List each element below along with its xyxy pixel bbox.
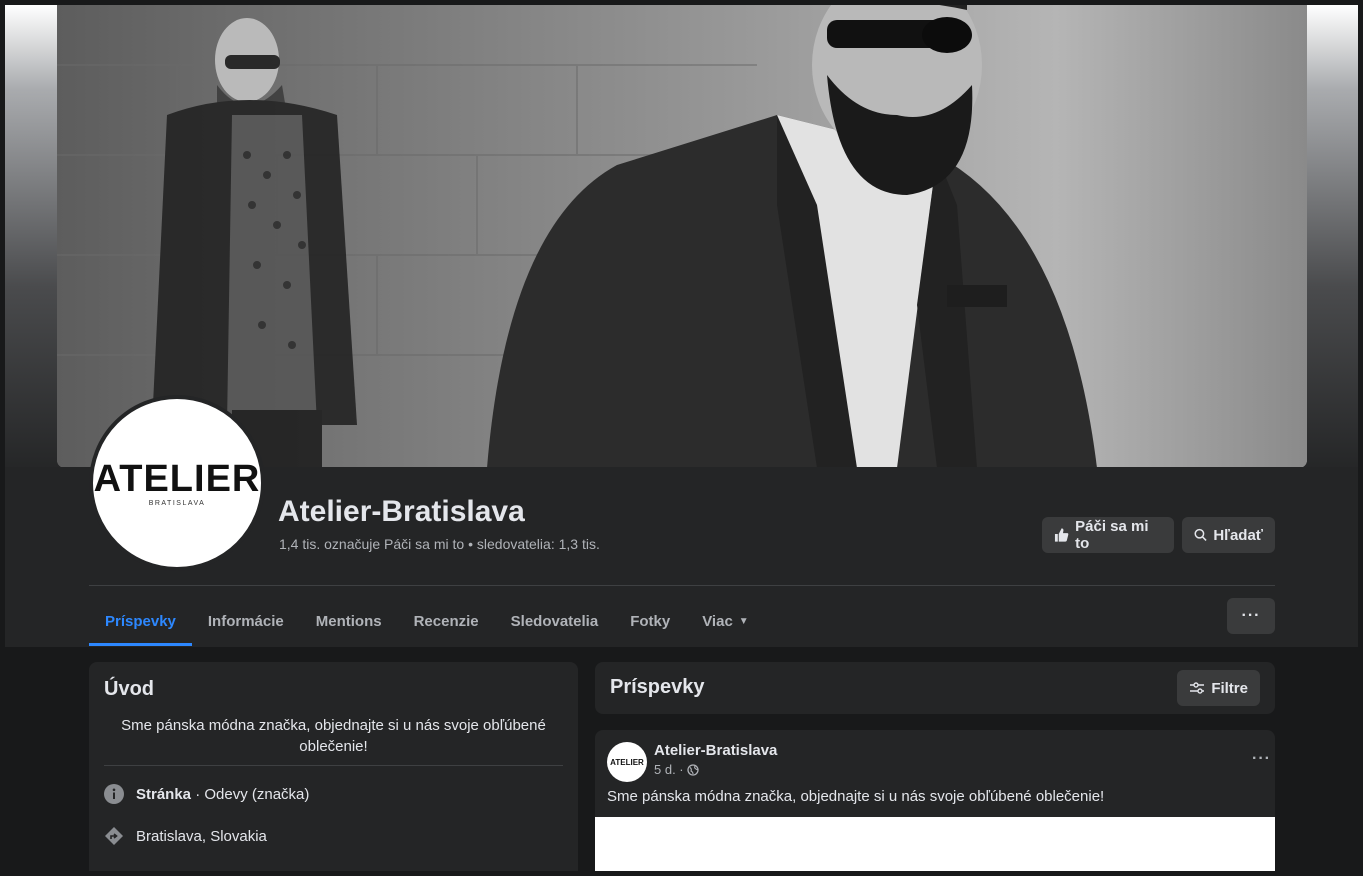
post-avatar[interactable]: ATELIER — [607, 742, 647, 782]
post-time[interactable]: 5 d. · — [654, 762, 684, 777]
cover-photo[interactable] — [57, 5, 1307, 468]
post-image[interactable] — [595, 817, 1275, 871]
tab-reviews[interactable]: Recenzie — [398, 597, 495, 646]
filters-label: Filtre — [1211, 679, 1248, 697]
posts-header-card: Príspevky Filtre — [595, 662, 1275, 714]
post-text: Sme pánska módna značka, objednajte si u… — [607, 788, 1105, 805]
tab-label: Informácie — [207, 613, 284, 630]
post-options-button[interactable]: ··· — [1252, 750, 1271, 768]
intro-location-row: Bratislava, Slovakia — [104, 826, 267, 846]
page-stats[interactable]: 1,4 tis. označuje Páči sa mi to • sledov… — [279, 536, 600, 552]
logo-wordmark: ATELIER — [93, 457, 261, 500]
intro-location[interactable]: Bratislava, Slovakia — [136, 828, 267, 845]
profile-picture[interactable]: ATELIER BRATISLAVA — [89, 395, 265, 571]
tab-label: Recenzie — [413, 613, 479, 630]
info-icon — [104, 784, 124, 804]
search-label: Hľadať — [1213, 526, 1263, 544]
tab-label: Príspevky — [105, 613, 176, 630]
thumbs-up-icon — [1054, 528, 1069, 542]
post-card: ATELIER Atelier-Bratislava 5 d. · ··· Sm… — [595, 730, 1275, 871]
search-page-button[interactable]: Hľadať — [1182, 517, 1275, 553]
tab-label: Fotky — [630, 613, 671, 630]
tab-label: Sledovatelia — [510, 613, 599, 630]
intro-category: Stránka · Odevy (značka) — [136, 786, 309, 803]
tab-followers[interactable]: Sledovatelia — [495, 597, 615, 646]
filters-button[interactable]: Filtre — [1177, 670, 1260, 706]
like-page-button[interactable]: Páči sa mi to — [1042, 517, 1174, 553]
category-label: Stránka — [136, 785, 192, 803]
intro-title: Úvod — [104, 678, 154, 700]
tab-label: Viac — [702, 613, 733, 630]
header-divider — [89, 585, 1275, 586]
tab-label: Mentions — [315, 613, 382, 630]
posts-title: Príspevky — [610, 676, 705, 698]
tab-posts[interactable]: Príspevky — [89, 597, 192, 646]
intro-bio: Sme pánska módna značka, objednajte si u… — [121, 717, 546, 755]
directions-icon — [104, 826, 124, 846]
post-meta: 5 d. · — [654, 762, 699, 777]
globe-icon — [686, 763, 699, 776]
caret-down-icon: ▼ — [738, 616, 749, 627]
tab-more[interactable]: Viac ▼ — [686, 597, 765, 646]
intro-category-row: Stránka · Odevy (značka) — [104, 784, 309, 804]
page-tabs: Príspevky Informácie Mentions Recenzie S… — [89, 597, 765, 646]
more-options-button[interactable]: ··· — [1227, 598, 1275, 634]
post-author[interactable]: Atelier-Bratislava — [654, 742, 777, 759]
logo-subtitle: BRATISLAVA — [148, 499, 206, 507]
intro-divider — [104, 765, 563, 766]
tab-photos[interactable]: Fotky — [614, 597, 686, 646]
filters-icon — [1190, 682, 1205, 694]
page-frame: ATELIER BRATISLAVA Atelier-Bratislava 1,… — [5, 5, 1358, 871]
page-title: Atelier-Bratislava — [278, 495, 525, 528]
category-value: · Odevy (značka) — [191, 785, 310, 803]
tab-about[interactable]: Informácie — [192, 597, 300, 646]
like-label: Páči sa mi to — [1075, 518, 1149, 552]
tab-mentions[interactable]: Mentions — [300, 597, 398, 646]
search-icon — [1194, 528, 1207, 541]
intro-card: Úvod Sme pánska módna značka, objednajte… — [89, 662, 578, 871]
